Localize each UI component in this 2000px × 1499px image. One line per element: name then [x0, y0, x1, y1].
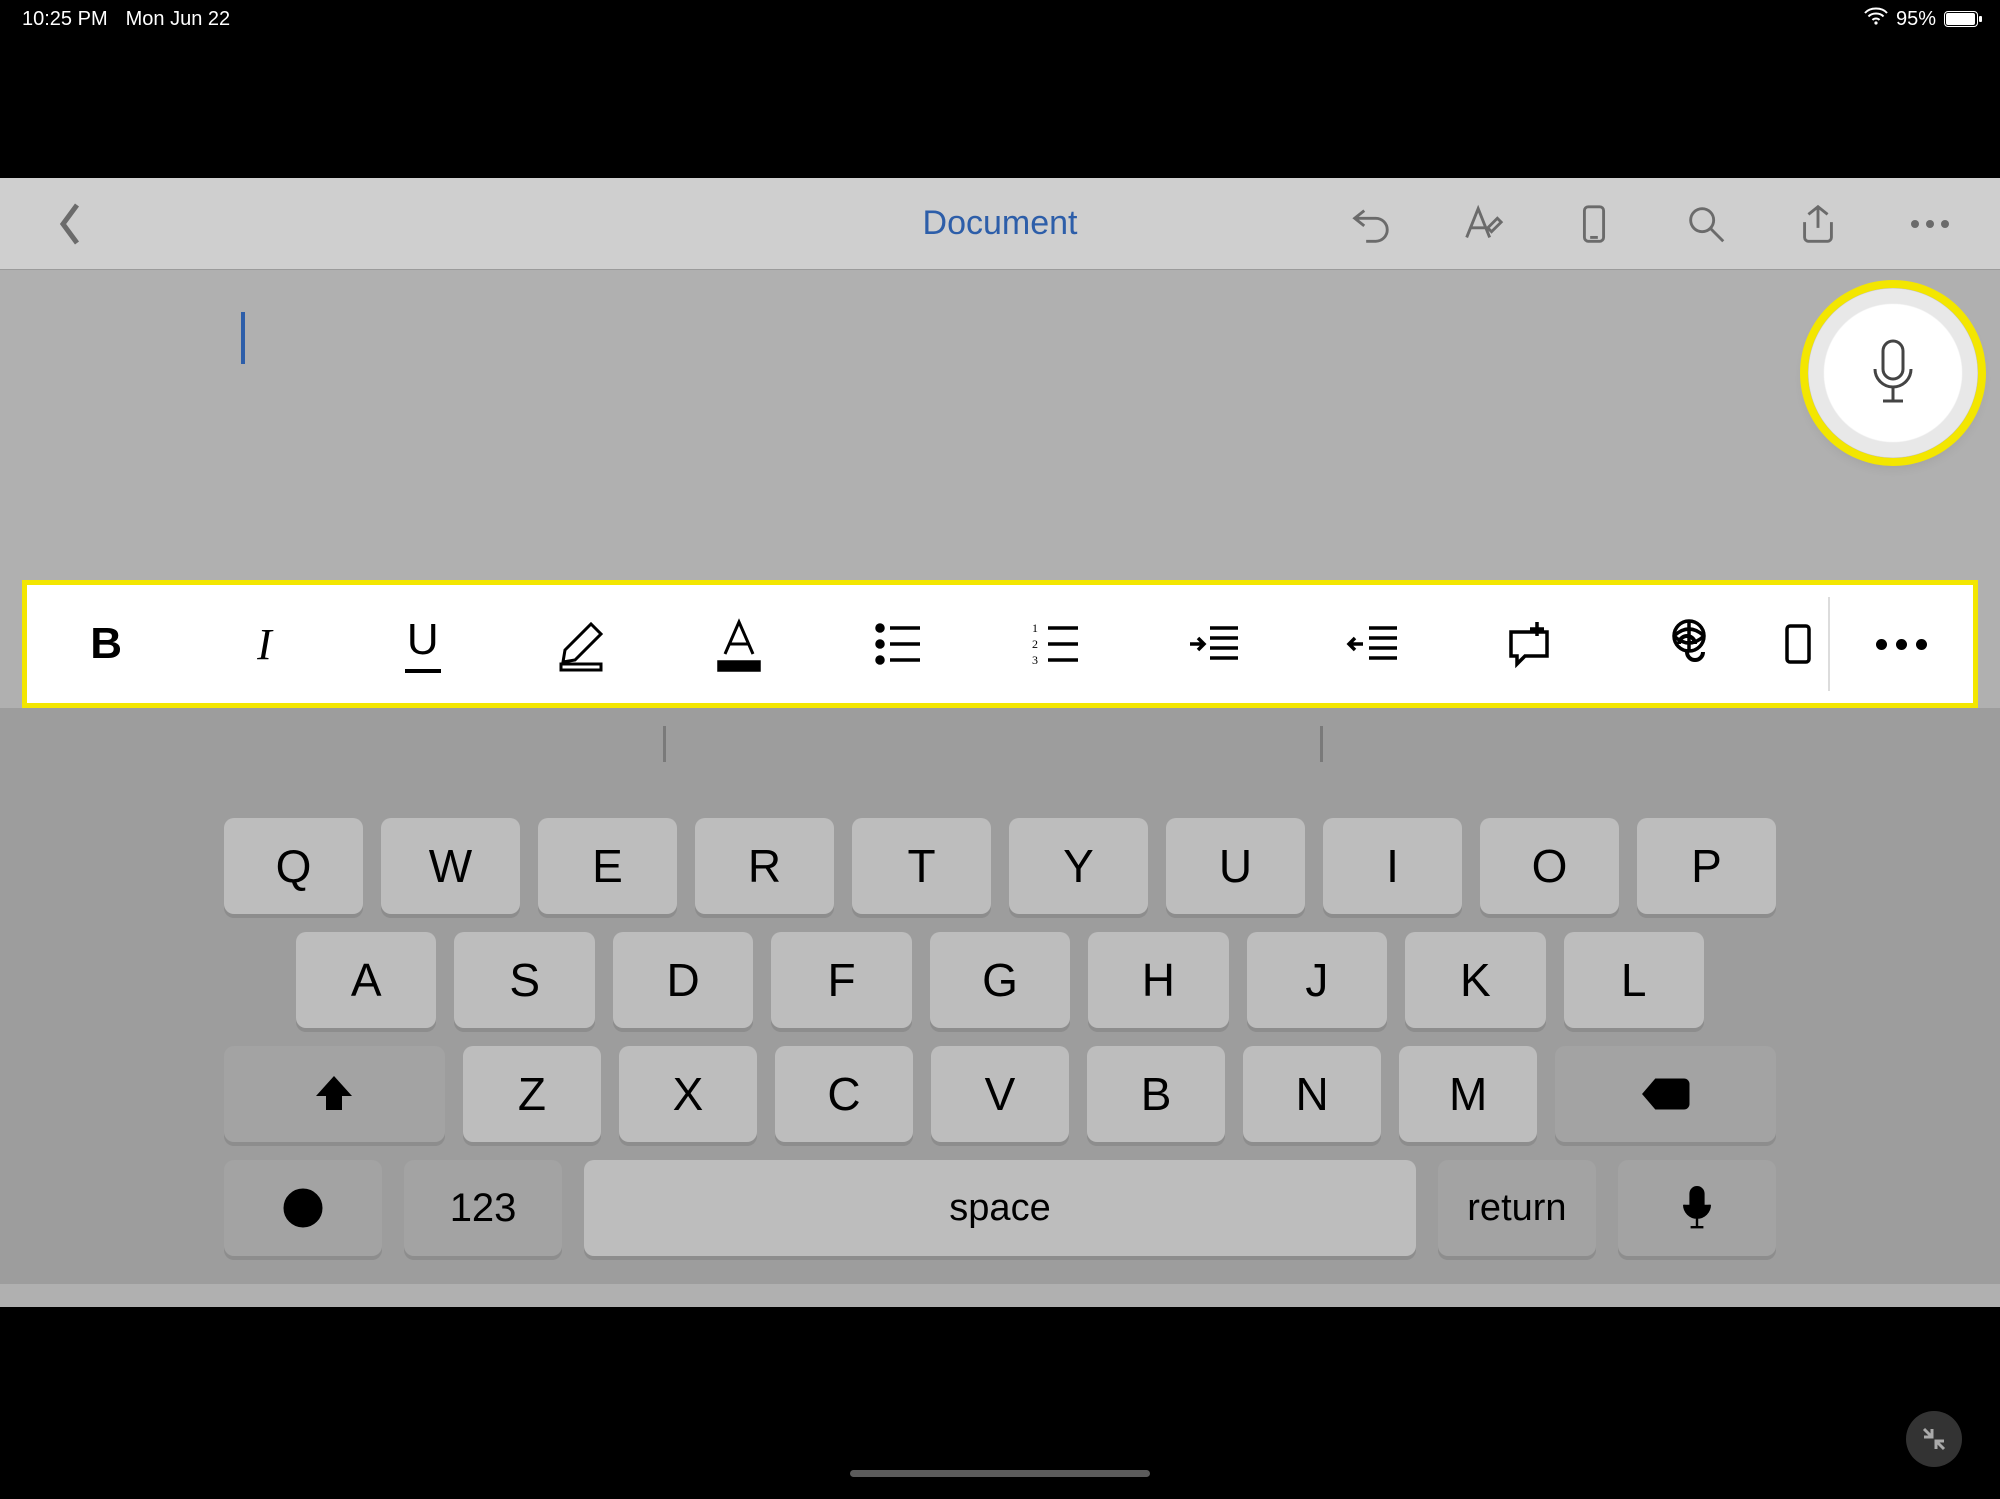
- key-e[interactable]: E: [538, 818, 677, 914]
- microphone-icon: [1865, 337, 1921, 409]
- key-g[interactable]: G: [930, 932, 1070, 1028]
- svg-text:3: 3: [1032, 653, 1038, 667]
- key-n[interactable]: N: [1243, 1046, 1381, 1142]
- undo-button[interactable]: [1330, 184, 1410, 264]
- numbers-key[interactable]: 123: [404, 1160, 562, 1256]
- key-s[interactable]: S: [454, 932, 594, 1028]
- svg-text:2: 2: [1032, 637, 1038, 651]
- italic-button[interactable]: I: [185, 585, 343, 703]
- bold-button[interactable]: B: [27, 585, 185, 703]
- battery-fill: [1946, 13, 1975, 25]
- battery-icon: [1944, 11, 1978, 27]
- battery-pct: 95%: [1896, 8, 1936, 31]
- key-i[interactable]: I: [1323, 818, 1462, 914]
- key-z[interactable]: Z: [463, 1046, 601, 1142]
- key-a[interactable]: A: [296, 932, 436, 1028]
- key-d[interactable]: D: [613, 932, 753, 1028]
- shift-key[interactable]: [224, 1046, 445, 1142]
- bulleted-list-button[interactable]: [819, 585, 977, 703]
- key-q[interactable]: Q: [224, 818, 363, 914]
- key-m[interactable]: M: [1399, 1046, 1537, 1142]
- back-button[interactable]: [30, 184, 110, 264]
- partial-icon[interactable]: [1768, 585, 1828, 703]
- key-c[interactable]: C: [775, 1046, 913, 1142]
- toolbar-more-button[interactable]: [1830, 585, 1972, 703]
- candidate-separator: [1320, 726, 1323, 762]
- text-style-button[interactable]: [1442, 184, 1522, 264]
- outdent-button[interactable]: [1294, 585, 1452, 703]
- key-v[interactable]: V: [931, 1046, 1069, 1142]
- key-t[interactable]: T: [852, 818, 991, 914]
- dictation-fab[interactable]: [1808, 288, 1978, 458]
- key-f[interactable]: F: [771, 932, 911, 1028]
- key-u[interactable]: U: [1166, 818, 1305, 914]
- formatting-toolbar: B I U 1 2 3: [22, 580, 1978, 708]
- keyboard-row-4: 123 space return: [0, 1160, 2000, 1256]
- font-color-button[interactable]: [660, 585, 818, 703]
- wifi-icon: [1864, 7, 1888, 31]
- svg-text:1: 1: [1032, 621, 1038, 635]
- indent-button[interactable]: [1135, 585, 1293, 703]
- backspace-key[interactable]: [1555, 1046, 1776, 1142]
- key-k[interactable]: K: [1405, 932, 1545, 1028]
- app-window: Document: [0, 178, 2000, 1307]
- key-o[interactable]: O: [1480, 818, 1619, 914]
- numbered-list-button[interactable]: 1 2 3: [977, 585, 1135, 703]
- emoji-key[interactable]: [224, 1160, 382, 1256]
- home-indicator[interactable]: [850, 1470, 1150, 1477]
- collapse-keyboard-button[interactable]: [1906, 1411, 1962, 1467]
- key-x[interactable]: X: [619, 1046, 757, 1142]
- underline-button[interactable]: U: [344, 585, 502, 703]
- status-date: Mon Jun 22: [126, 8, 231, 31]
- key-h[interactable]: H: [1088, 932, 1228, 1028]
- key-w[interactable]: W: [381, 818, 520, 914]
- highlight-color-button[interactable]: [502, 585, 660, 703]
- key-p[interactable]: P: [1637, 818, 1776, 914]
- text-cursor: [241, 312, 245, 364]
- candidate-separator: [663, 726, 666, 762]
- insert-comment-button[interactable]: [1452, 585, 1610, 703]
- key-r[interactable]: R: [695, 818, 834, 914]
- dictation-key[interactable]: [1618, 1160, 1776, 1256]
- status-bar: 10:25 PM Mon Jun 22 95%: [0, 0, 2000, 38]
- return-key[interactable]: return: [1438, 1160, 1596, 1256]
- key-y[interactable]: Y: [1009, 818, 1148, 914]
- mobile-view-button[interactable]: [1554, 184, 1634, 264]
- key-l[interactable]: L: [1564, 932, 1704, 1028]
- share-button[interactable]: [1778, 184, 1858, 264]
- keyboard-candidate-bar: [0, 708, 2000, 818]
- key-j[interactable]: J: [1247, 932, 1387, 1028]
- key-b[interactable]: B: [1087, 1046, 1225, 1142]
- keyboard-row-1: QWERTYUIOP: [0, 818, 2000, 914]
- more-button[interactable]: [1890, 184, 1970, 264]
- keyboard-row-2: ASDFGHJKL: [0, 932, 2000, 1028]
- space-key[interactable]: space: [584, 1160, 1416, 1256]
- app-toolbar: Document: [0, 178, 2000, 270]
- keyboard-row-3: ZXCVBNM: [0, 1046, 2000, 1142]
- keyboard: QWERTYUIOP ASDFGHJKL ZXCVBNM 123 space r…: [0, 708, 2000, 1284]
- search-button[interactable]: [1666, 184, 1746, 264]
- insert-link-button[interactable]: [1610, 585, 1768, 703]
- status-time: 10:25 PM: [22, 8, 108, 31]
